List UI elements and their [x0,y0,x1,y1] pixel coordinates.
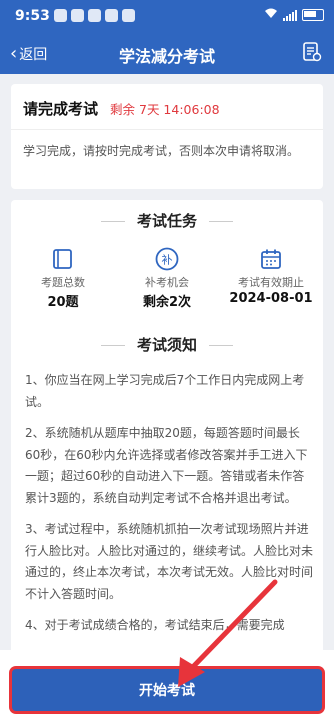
app-notification-icon [105,9,118,22]
calendar-icon [221,245,321,273]
document-icon[interactable] [301,41,323,63]
bottom-action-bar: 开始考试 [0,650,334,720]
app-notification-icon [88,9,101,22]
app-notification-icon [122,9,135,22]
remaining-time: 剩余 7天 14:06:08 [110,102,220,117]
notice-heading: 考试须知 [11,334,323,355]
page-title: 学法减分考试 [118,47,215,66]
app-notification-icon [71,9,84,22]
status-indicators [264,8,324,22]
notice-item: 1、你应当在网上学习完成后7个工作日内完成网上考试。 [25,373,305,409]
status-time: 9:53 [15,8,50,24]
nav-bar: ‹ 返回 学法减分考试 [0,34,334,74]
signal-icon [283,9,297,21]
battery-icon [302,9,324,21]
app-notification-icon [54,9,67,22]
notification-icons [54,9,135,22]
content-area[interactable]: 请完成考试 剩余 7天 14:06:08 学习完成，请按时完成考试，否则本次申请… [0,74,334,720]
task-valid-until: 考试有效期止 2024-08-01 [221,245,321,315]
svg-text:补: 补 [162,254,173,267]
notice-item: 2、系统随机从题库中抽取20题，每题答题时间最长60秒，在60秒内允许选择或者修… [25,426,308,505]
retake-icon: 补 [117,245,217,273]
task-summary: 考题总数 20题 补 补考机会 剩余2次 考试有效期止 2024-08-01 [11,245,323,315]
notice-list: 1、你应当在网上学习完成后7个工作日内完成网上考试。 2、系统随机从题库中抽取2… [25,370,315,647]
task-total-questions: 考题总数 20题 [13,245,113,315]
book-icon [13,245,113,273]
exam-info-card: 考试任务 考题总数 20题 补 补考机会 剩余2次 考试有效期止 2024-08… [11,200,323,720]
status-title: 请完成考试 [23,100,99,118]
notice-item: 3、考试过程中，系统随机抓拍一次考试现场照片并进行人脸比对。人脸比对通过的，继续… [25,522,314,601]
notice-item: 4、对于考试成绩合格的，考试结束后，需要完成 [25,618,285,632]
wifi-icon [264,8,278,22]
status-message: 学习完成，请按时完成考试，否则本次申请将取消。 [23,144,300,158]
exam-status-card: 请完成考试 剩余 7天 14:06:08 学习完成，请按时完成考试，否则本次申请… [11,84,323,189]
status-bar: 9:53 [0,0,334,34]
start-exam-button[interactable]: 开始考试 [12,669,322,711]
task-heading: 考试任务 [11,210,323,231]
divider [11,129,323,130]
task-retake-chances: 补 补考机会 剩余2次 [117,245,217,315]
